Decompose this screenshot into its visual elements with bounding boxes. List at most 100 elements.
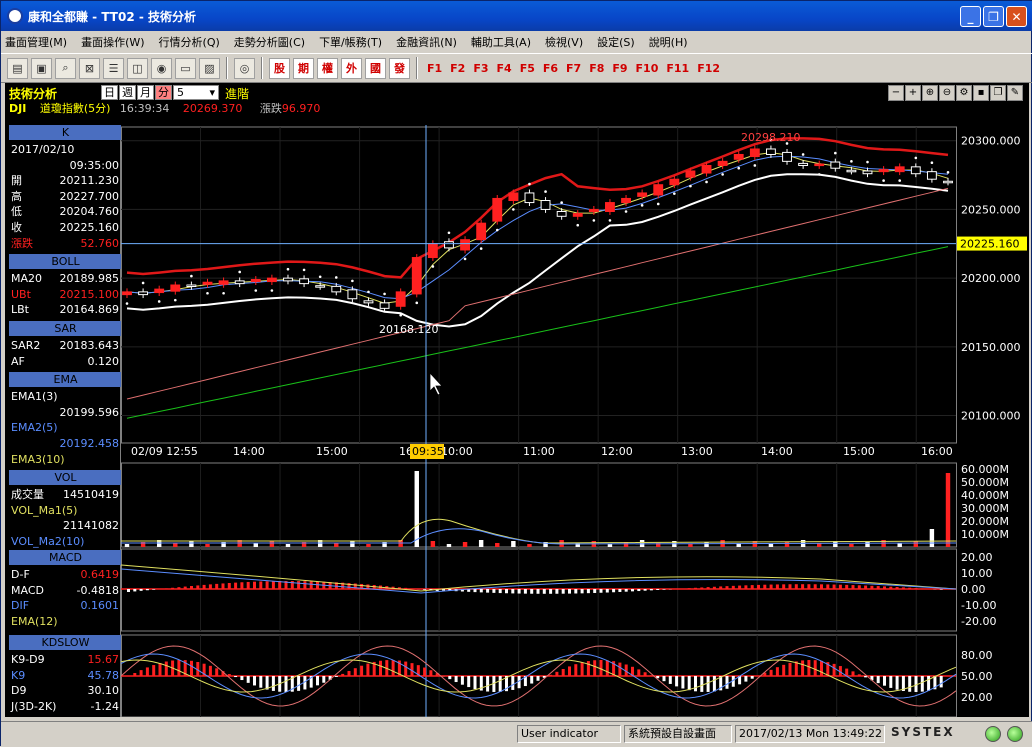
macd-bar (209, 584, 212, 589)
pencil-icon[interactable]: ✎ (1007, 85, 1023, 101)
kd-bar (152, 665, 155, 676)
macd-bar (637, 589, 640, 591)
fkey-f5[interactable]: F5 (517, 62, 538, 75)
macd-bar (259, 581, 262, 589)
search-icon[interactable]: ⌕ (55, 58, 76, 79)
boll-row-0-value: 20189.985 (60, 271, 120, 286)
sar-dot (834, 152, 837, 155)
k-header[interactable]: K (9, 125, 122, 140)
coin-icon[interactable]: ◉ (151, 58, 172, 79)
candle-body (622, 198, 631, 202)
minus-icon[interactable]: − (888, 85, 904, 101)
kd-bar (341, 674, 344, 676)
x-tick-8: 14:00 (761, 445, 793, 458)
fkey-f12[interactable]: F12 (694, 62, 723, 75)
trade-button-1[interactable]: 期 (293, 58, 314, 79)
menu-item-2[interactable]: 行情分析(Q) (159, 34, 220, 50)
boll-row-1-label: UBt (11, 288, 31, 301)
ema2-label: EMA2(5) (11, 420, 121, 435)
zoom-out-icon[interactable]: ⊖ (939, 85, 955, 101)
ema-header[interactable]: EMA (9, 372, 122, 387)
macd-bar (247, 582, 250, 589)
trade-button-0[interactable]: 股 (269, 58, 290, 79)
sar-dot (174, 299, 177, 302)
macd-bar (782, 584, 785, 589)
chevron-down-icon: ▾ (209, 86, 215, 99)
kd-bar (455, 676, 458, 682)
kd-bar (713, 676, 716, 691)
kd-header[interactable]: KDSLOW (9, 635, 122, 650)
technical-chart[interactable]: 20300.00020250.00020200.00020150.0002010… (121, 125, 1029, 717)
kd-bar (423, 668, 426, 676)
period-button-1[interactable]: 週 (119, 85, 136, 100)
fkey-f11[interactable]: F11 (663, 62, 692, 75)
fkey-f6[interactable]: F6 (540, 62, 561, 75)
fkey-f1[interactable]: F1 (424, 62, 445, 75)
ema2-value-value: 20192.458 (60, 436, 120, 451)
image-icon[interactable]: ▨ (199, 58, 220, 79)
ema3-label-label: EMA3(10) (11, 453, 65, 466)
fkey-f3[interactable]: F3 (470, 62, 491, 75)
fkey-f9[interactable]: F9 (609, 62, 630, 75)
save-icon[interactable]: ▪ (973, 85, 989, 101)
monitor-icon[interactable]: ▣ (31, 58, 52, 79)
window-icon[interactable]: ❐ (990, 85, 1006, 101)
plus-icon[interactable]: + (905, 85, 921, 101)
minimize-button[interactable]: _ (960, 6, 981, 27)
trade-button-4[interactable]: 國 (365, 58, 386, 79)
table-icon[interactable]: ☰ (103, 58, 124, 79)
macd-bar (203, 585, 206, 589)
kd-bar (744, 676, 747, 682)
boll-header[interactable]: BOLL (9, 254, 122, 269)
candle-body (203, 282, 212, 284)
trade-button-5[interactable]: 發 (389, 58, 410, 79)
period-button-3[interactable]: 分 (155, 85, 172, 100)
menu-item-4[interactable]: 下單/帳務(T) (319, 34, 382, 50)
cards-icon[interactable]: ▭ (175, 58, 196, 79)
grid-icon[interactable]: ▤ (7, 58, 28, 79)
trade-button-2[interactable]: 權 (317, 58, 338, 79)
fkey-f7[interactable]: F7 (563, 62, 584, 75)
price-tick-0: 20300.000 (961, 135, 1021, 148)
boll-row-0: MA2020189.985 (11, 271, 121, 286)
kd-bar (801, 660, 804, 676)
kd-bar (322, 676, 325, 683)
fkey-f10[interactable]: F10 (633, 62, 662, 75)
close-button[interactable]: ✕ (1006, 6, 1027, 27)
kd-bar (537, 676, 540, 681)
zoom-in-icon[interactable]: ⊕ (922, 85, 938, 101)
vol-header[interactable]: VOL (9, 470, 122, 485)
menu-item-8[interactable]: 設定(S) (597, 34, 635, 50)
period-select[interactable]: 5▾ (173, 85, 219, 100)
kd-bar (354, 668, 357, 676)
chart-settings-icon[interactable]: ⚙ (956, 85, 972, 101)
fkey-f2[interactable]: F2 (447, 62, 468, 75)
menu-item-5[interactable]: 金融資訊(N) (396, 34, 457, 50)
volume-bar (366, 544, 370, 547)
trade-button-3[interactable]: 外 (341, 58, 362, 79)
macd-header[interactable]: MACD (9, 550, 122, 565)
panel-icon[interactable]: ◫ (127, 58, 148, 79)
x-chart-icon[interactable]: ⊠ (79, 58, 100, 79)
menu-item-3[interactable]: 走勢分析圖(C) (234, 34, 305, 50)
macd-row-1-value: -0.4818 (77, 583, 119, 598)
menu-item-7[interactable]: 檢視(V) (545, 34, 583, 50)
logo-icon[interactable]: ◎ (234, 58, 255, 79)
fkey-f8[interactable]: F8 (586, 62, 607, 75)
menu-item-0[interactable]: 畫面管理(M) (5, 34, 67, 50)
menu-item-6[interactable]: 輔助工具(A) (471, 34, 531, 50)
kd-bar (807, 660, 810, 676)
period-button-2[interactable]: 月 (137, 85, 154, 100)
menu-item-1[interactable]: 畫面操作(W) (81, 34, 144, 50)
macd-bar (568, 589, 571, 594)
macd-bar (228, 583, 231, 589)
sar-dot (238, 271, 241, 274)
sar-header[interactable]: SAR (9, 321, 122, 336)
kd-bar (927, 676, 930, 691)
period-button-0[interactable]: 日 (101, 85, 118, 100)
macd-bar (222, 583, 225, 589)
maximize-button[interactable]: ❐ (983, 6, 1004, 27)
volume-bar (205, 544, 209, 547)
menu-item-9[interactable]: 說明(H) (649, 34, 688, 50)
fkey-f4[interactable]: F4 (494, 62, 515, 75)
